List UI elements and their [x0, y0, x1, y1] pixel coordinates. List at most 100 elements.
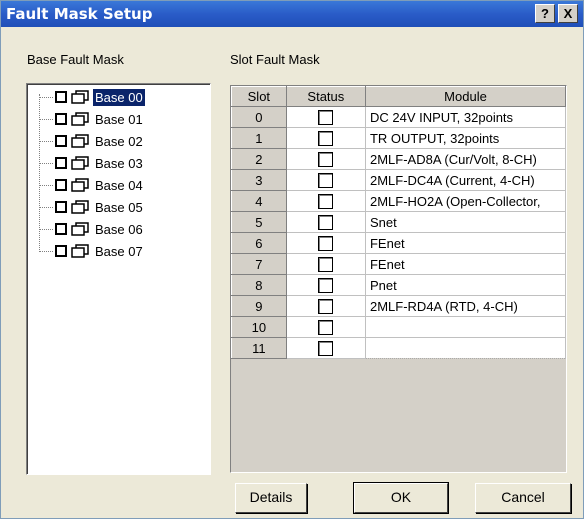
status-checkbox[interactable] [318, 215, 334, 231]
slot-row[interactable]: 3 2MLF-DC4A (Current, 4-CH) [231, 169, 567, 191]
slot-number: 9 [231, 295, 287, 317]
base-tree-item-label: Base 07 [95, 244, 143, 259]
slot-number: 7 [231, 253, 287, 275]
module-cell: 2MLF-RD4A (RTD, 4-CH) [364, 295, 567, 317]
status-cell [285, 169, 366, 191]
module-cell: Pnet [364, 274, 567, 296]
status-cell [285, 148, 366, 170]
slot-number: 4 [231, 190, 287, 212]
status-checkbox[interactable] [318, 194, 334, 210]
tree-branch-line [39, 97, 53, 98]
base-tree-item[interactable]: Base 04 [39, 176, 204, 196]
base-tree-item[interactable]: Base 05 [39, 198, 204, 218]
base-checkbox[interactable] [55, 201, 67, 213]
base-module-icon [71, 156, 89, 170]
status-checkbox[interactable] [318, 236, 334, 252]
slot-row[interactable]: 10 [231, 316, 567, 338]
module-cell: TR OUTPUT, 32points [364, 127, 567, 149]
slot-number: 8 [231, 274, 287, 296]
status-checkbox[interactable] [318, 110, 334, 126]
tree-branch-line [39, 229, 53, 230]
base-module-icon [71, 90, 89, 104]
window-title: Fault Mask Setup [6, 5, 153, 23]
tree-branch-line [39, 119, 53, 120]
base-tree-item[interactable]: Base 03 [39, 154, 204, 174]
base-checkbox[interactable] [55, 223, 67, 235]
column-header-module[interactable]: Module [364, 86, 567, 107]
module-cell: 2MLF-AD8A (Cur/Volt, 8-CH) [364, 148, 567, 170]
slot-number: 3 [231, 169, 287, 191]
base-tree[interactable]: Base 00 Base 01 Base 02 Base 03 Base 04 Base … [26, 83, 211, 475]
slot-number: 6 [231, 232, 287, 254]
slot-row[interactable]: 0 DC 24V INPUT, 32points [231, 106, 567, 128]
base-module-icon [71, 178, 89, 192]
base-tree-item-label: Base 00 [93, 89, 145, 106]
status-checkbox[interactable] [318, 341, 334, 357]
tree-branch-line [39, 163, 53, 164]
base-checkbox[interactable] [55, 245, 67, 257]
help-button[interactable]: ? [535, 4, 555, 23]
base-checkbox[interactable] [55, 157, 67, 169]
base-tree-item-label: Base 01 [95, 112, 143, 127]
slot-number: 1 [231, 127, 287, 149]
status-checkbox[interactable] [318, 173, 334, 189]
slot-row[interactable]: 5 Snet [231, 211, 567, 233]
slot-row[interactable]: 11 [231, 337, 567, 359]
slot-row[interactable]: 9 2MLF-RD4A (RTD, 4-CH) [231, 295, 567, 317]
base-tree-item[interactable]: Base 01 [39, 110, 204, 130]
base-tree-item[interactable]: Base 06 [39, 220, 204, 240]
details-button[interactable]: Details [235, 483, 307, 513]
base-checkbox[interactable] [55, 113, 67, 125]
status-cell [285, 190, 366, 212]
slot-row[interactable]: 6 FEnet [231, 232, 567, 254]
status-cell [285, 106, 366, 128]
slot-number: 11 [231, 337, 287, 359]
base-checkbox[interactable] [55, 179, 67, 191]
status-cell [285, 253, 366, 275]
status-checkbox[interactable] [318, 131, 334, 147]
status-cell [285, 211, 366, 233]
base-module-icon [71, 244, 89, 258]
module-cell [364, 337, 567, 359]
close-button[interactable]: X [558, 4, 578, 23]
cancel-button[interactable]: Cancel [475, 483, 571, 513]
base-checkbox[interactable] [55, 91, 67, 103]
status-checkbox[interactable] [318, 257, 334, 273]
tree-branch-line [39, 185, 53, 186]
slot-grid[interactable]: Slot Status Module 0 DC 24V INPUT, 32poin… [230, 85, 567, 473]
base-tree-item-label: Base 04 [95, 178, 143, 193]
column-header-status[interactable]: Status [285, 86, 366, 107]
base-checkbox[interactable] [55, 135, 67, 147]
slot-row[interactable]: 8 Pnet [231, 274, 567, 296]
base-tree-item[interactable]: Base 02 [39, 132, 204, 152]
status-cell [285, 337, 366, 359]
base-tree-item[interactable]: Base 07 [39, 242, 204, 262]
base-module-icon [71, 112, 89, 126]
module-cell: 2MLF-HO2A (Open-Collector, [364, 190, 567, 212]
module-cell: DC 24V INPUT, 32points [364, 106, 567, 128]
status-checkbox[interactable] [318, 152, 334, 168]
module-cell: FEnet [364, 253, 567, 275]
slot-row[interactable]: 4 2MLF-HO2A (Open-Collector, [231, 190, 567, 212]
slot-number: 10 [231, 316, 287, 338]
slot-row[interactable]: 2 2MLF-AD8A (Cur/Volt, 8-CH) [231, 148, 567, 170]
base-fault-mask-label: Base Fault Mask [27, 52, 124, 67]
slot-row[interactable]: 1 TR OUTPUT, 32points [231, 127, 567, 149]
base-tree-item-label: Base 03 [95, 156, 143, 171]
ok-button[interactable]: OK [353, 482, 449, 514]
tree-branch-line [39, 251, 53, 252]
status-checkbox[interactable] [318, 299, 334, 315]
slot-row[interactable]: 7 FEnet [231, 253, 567, 275]
base-tree-item[interactable]: Base 00 [39, 88, 204, 108]
slot-fault-mask-label: Slot Fault Mask [230, 52, 320, 67]
slot-table: Slot Status Module 0 DC 24V INPUT, 32poin… [231, 86, 567, 359]
column-header-slot[interactable]: Slot [231, 86, 287, 107]
status-checkbox[interactable] [318, 278, 334, 294]
status-cell [285, 232, 366, 254]
base-tree-item-label: Base 05 [95, 200, 143, 215]
title-bar[interactable]: Fault Mask Setup ? X [1, 1, 583, 27]
status-cell [285, 316, 366, 338]
module-cell: 2MLF-DC4A (Current, 4-CH) [364, 169, 567, 191]
status-checkbox[interactable] [318, 320, 334, 336]
base-module-icon [71, 134, 89, 148]
